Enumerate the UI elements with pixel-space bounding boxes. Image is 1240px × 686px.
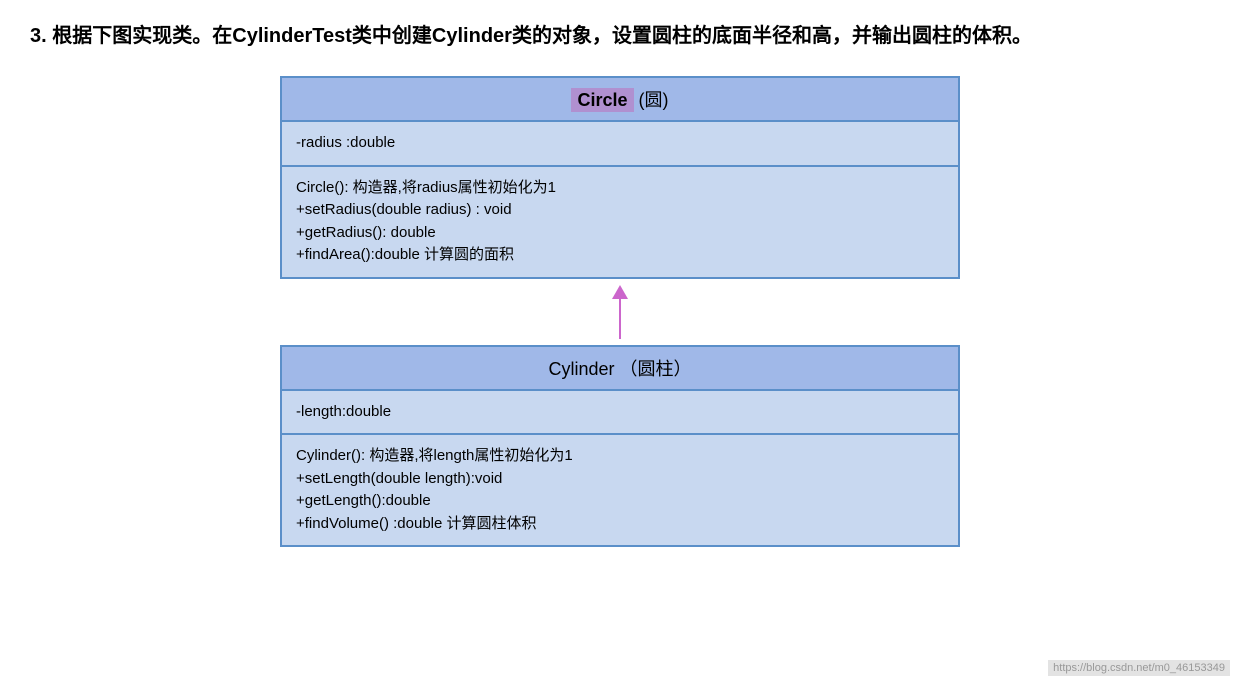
cylinder-attribute-0: -length:double (296, 401, 944, 424)
circle-methods-section: Circle(): 构造器,将radius属性初始化为1 +setRadius(… (282, 167, 958, 277)
circle-method-2: +getRadius(): double (296, 222, 944, 245)
circle-class-name-rest: (圆) (634, 90, 669, 110)
watermark: https://blog.csdn.net/m0_46153349 (1048, 660, 1230, 676)
cylinder-method-0: Cylinder(): 构造器,将length属性初始化为1 (296, 445, 944, 468)
diagram-container: Circle (圆) -radius :double Circle(): 构造器… (30, 76, 1210, 547)
cylinder-method-3: +findVolume() :double 计算圆柱体积 (296, 513, 944, 536)
circle-attribute-0: -radius :double (296, 132, 944, 155)
cylinder-method-2: +getLength():double (296, 490, 944, 513)
cylinder-attributes-section: -length:double (282, 391, 958, 436)
circle-class-name-highlight: Circle (571, 88, 633, 112)
inheritance-arrow (612, 285, 628, 339)
page-content: 3. 根据下图实现类。在CylinderTest类中创建Cylinder类的对象… (30, 20, 1210, 547)
arrow-head-icon (612, 285, 628, 299)
arrow-line (619, 299, 621, 339)
circle-method-0: Circle(): 构造器,将radius属性初始化为1 (296, 177, 944, 200)
cylinder-class-box: Cylinder （圆柱） -length:double Cylinder():… (280, 345, 960, 548)
circle-attributes-section: -radius :double (282, 122, 958, 167)
heading: 3. 根据下图实现类。在CylinderTest类中创建Cylinder类的对象… (30, 20, 1210, 52)
cylinder-class-header: Cylinder （圆柱） (282, 347, 958, 391)
circle-method-1: +setRadius(double radius) : void (296, 199, 944, 222)
circle-class-header: Circle (圆) (282, 78, 958, 122)
cylinder-method-1: +setLength(double length):void (296, 468, 944, 491)
circle-class-box: Circle (圆) -radius :double Circle(): 构造器… (280, 76, 960, 279)
circle-method-3: +findArea():double 计算圆的面积 (296, 244, 944, 267)
cylinder-methods-section: Cylinder(): 构造器,将length属性初始化为1 +setLengt… (282, 435, 958, 545)
cylinder-class-name: Cylinder （圆柱） (548, 359, 691, 379)
